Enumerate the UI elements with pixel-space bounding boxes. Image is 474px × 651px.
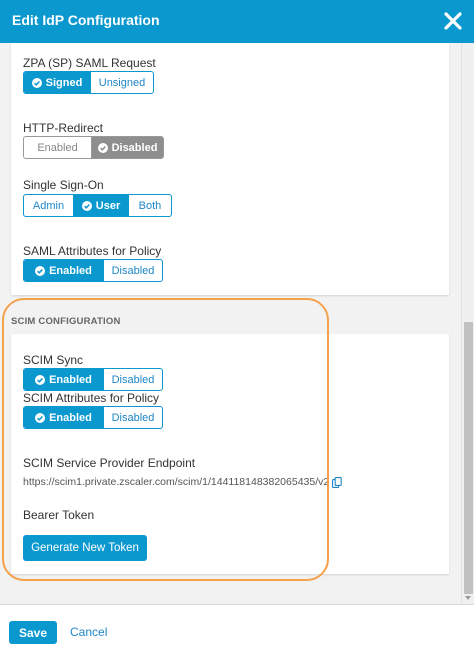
scim-sync-disabled-option[interactable]: Disabled xyxy=(103,369,162,390)
check-circle-icon xyxy=(35,412,46,423)
scim-attributes-toggle: Enabled Disabled xyxy=(23,406,163,429)
saml-attributes-label: SAML Attributes for Policy xyxy=(23,244,162,258)
close-icon[interactable] xyxy=(442,10,464,32)
scim-endpoint-label: SCIM Service Provider Endpoint xyxy=(23,456,196,470)
signed-option[interactable]: Signed xyxy=(24,72,90,93)
dialog-header: Edit IdP Configuration xyxy=(0,0,474,43)
sso-both-option[interactable]: Both xyxy=(128,195,171,216)
cancel-link[interactable]: Cancel xyxy=(70,625,107,639)
scim-endpoint-url: https://scim1.private.zscaler.com/scim/1… xyxy=(23,476,342,488)
sso-admin-option[interactable]: Admin xyxy=(24,195,73,216)
scroll-down-arrow-icon[interactable] xyxy=(465,596,471,600)
saml-attributes-disabled-option[interactable]: Disabled xyxy=(103,260,162,281)
generate-token-button[interactable]: Generate New Token xyxy=(23,535,147,561)
zpa-saml-request-label: ZPA (SP) SAML Request xyxy=(23,56,156,70)
check-circle-icon xyxy=(97,142,108,153)
scim-sync-label: SCIM Sync xyxy=(23,353,84,367)
http-redirect-enabled-option[interactable]: Enabled xyxy=(24,137,91,158)
check-circle-icon xyxy=(81,200,92,211)
scim-attributes-enabled-option[interactable]: Enabled xyxy=(24,407,103,428)
single-sign-on-label: Single Sign-On xyxy=(23,178,104,192)
save-button[interactable]: Save xyxy=(9,621,57,644)
scim-endpoint-value: https://scim1.private.zscaler.com/scim/1… xyxy=(23,476,330,488)
scim-attributes-label: SCIM Attributes for Policy xyxy=(23,391,160,405)
unsigned-option[interactable]: Unsigned xyxy=(90,72,153,93)
single-sign-on-toggle: Admin User Both xyxy=(23,194,172,217)
scim-section-title: SCIM CONFIGURATION xyxy=(11,316,121,327)
check-circle-icon xyxy=(31,77,42,88)
saml-attributes-toggle: Enabled Disabled xyxy=(23,259,163,282)
scim-sync-enabled-option[interactable]: Enabled xyxy=(24,369,103,390)
scim-sync-toggle: Enabled Disabled xyxy=(23,368,163,391)
bearer-token-label: Bearer Token xyxy=(23,508,95,522)
scim-attributes-disabled-option[interactable]: Disabled xyxy=(103,407,162,428)
http-redirect-disabled-option[interactable]: Disabled xyxy=(91,137,163,158)
scrollbar-thumb[interactable] xyxy=(464,322,473,594)
dialog-title: Edit IdP Configuration xyxy=(12,12,160,28)
copy-icon[interactable] xyxy=(332,476,342,488)
sso-user-option[interactable]: User xyxy=(73,195,128,216)
zpa-saml-request-toggle: Signed Unsigned xyxy=(23,71,154,94)
saml-attributes-enabled-option[interactable]: Enabled xyxy=(24,260,103,281)
http-redirect-label: HTTP-Redirect xyxy=(23,121,104,135)
http-redirect-toggle: Enabled Disabled xyxy=(23,136,164,159)
dialog-footer: Save Cancel xyxy=(0,604,474,651)
dialog-body: ZPA (SP) SAML Request Signed Unsigned HT… xyxy=(0,43,474,604)
check-circle-icon xyxy=(35,374,46,385)
check-circle-icon xyxy=(35,265,46,276)
scrollbar[interactable] xyxy=(461,43,474,604)
